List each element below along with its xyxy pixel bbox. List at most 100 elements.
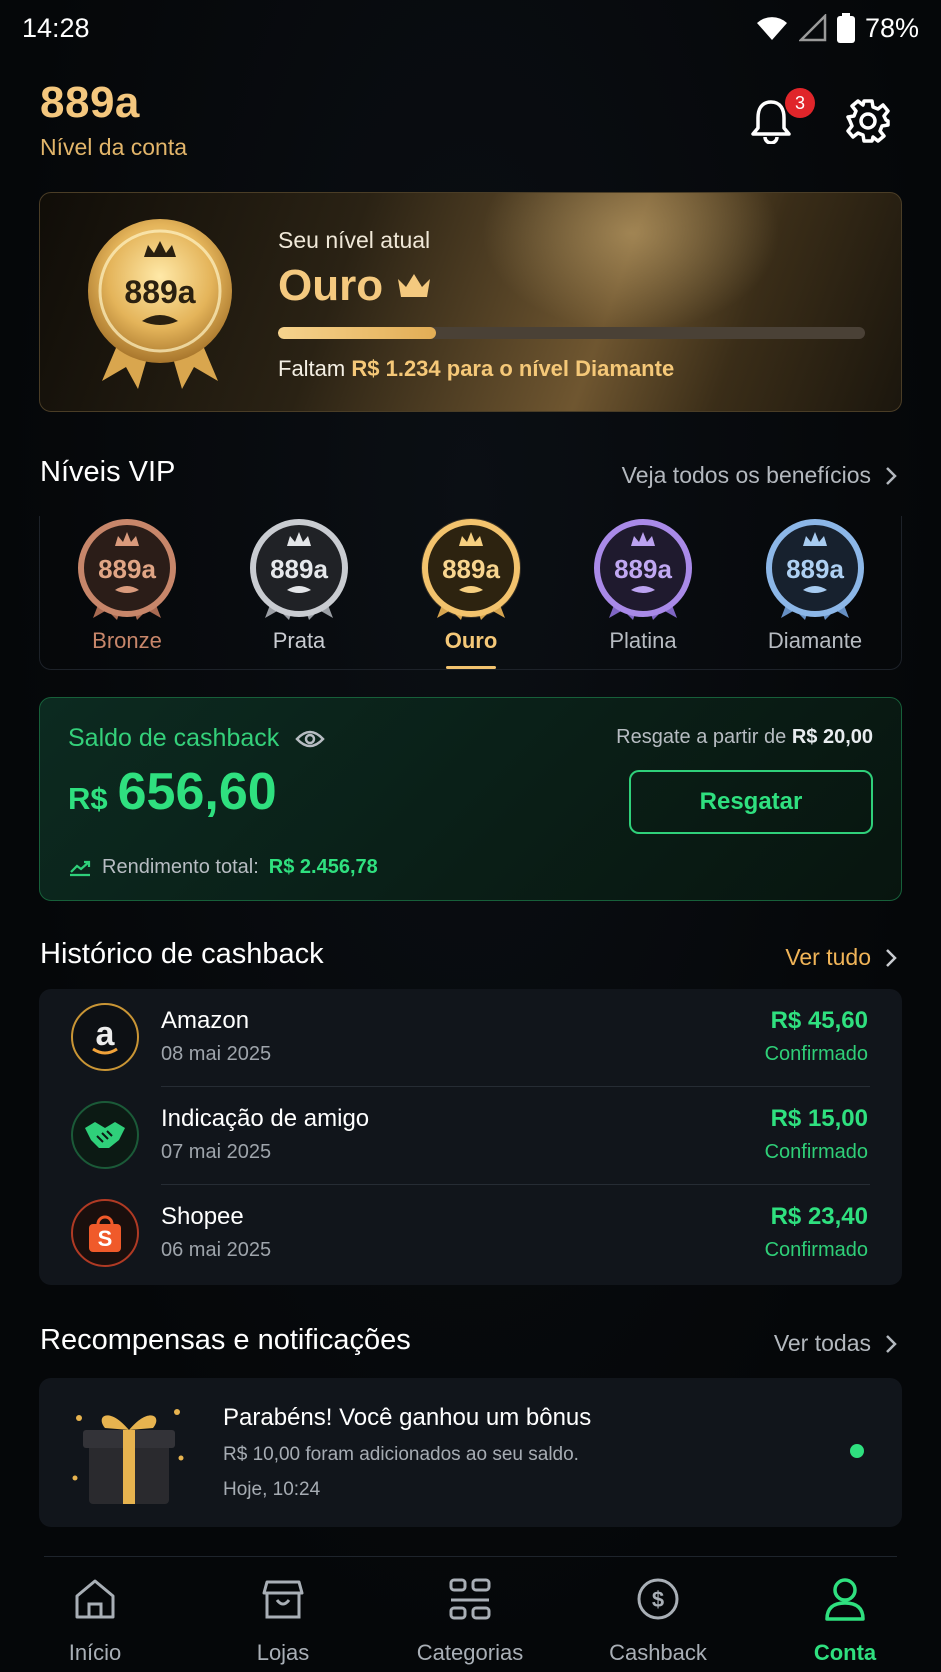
history-row-amazon[interactable]: a Amazon 08 mai 2025 R$ 45,60 Confirmado <box>39 989 902 1087</box>
vip-label-diamante: Diamante <box>767 628 863 653</box>
cashback-balance-label-row: Saldo de cashback <box>68 724 325 753</box>
history-date: 08 mai 2025 <box>161 1043 272 1065</box>
vip-level-ouro[interactable]: 889a Ouro <box>406 516 536 669</box>
history-name: Indicação de amigo <box>161 1105 370 1132</box>
categories-icon <box>449 1578 491 1620</box>
platinum-medal-icon: 889a <box>594 519 692 620</box>
history-amount: R$ 23,40 <box>770 1203 868 1230</box>
trend-up-icon <box>70 860 91 876</box>
reward-notification[interactable]: Parabéns! Você ganhou um bônus R$ 10,00 … <box>39 1378 902 1527</box>
cashback-balance-amount: R$ 656,60 <box>68 762 277 822</box>
amazon-icon: a <box>71 1003 139 1071</box>
settings-button[interactable] <box>845 98 893 146</box>
current-level-name: Ouro <box>278 261 384 310</box>
vip-levels-title: Níveis VIP <box>40 456 176 488</box>
vip-level-platina[interactable]: 889a Platina <box>578 516 708 666</box>
see-all-rewards-label: Ver todas <box>773 1330 871 1356</box>
chevron-right-icon <box>886 948 897 967</box>
vip-levels-list: 889a Bronze 889a Prata 889a Ouro 889a Pl… <box>39 516 902 670</box>
nav-label: Categorias <box>416 1640 524 1665</box>
see-all-history-label: Ver tudo <box>785 944 871 970</box>
vip-label-ouro: Ouro <box>444 628 498 653</box>
cashback-balance-card: Saldo de cashback R$ 656,60 Resgate a pa… <box>39 697 902 901</box>
nav-label: Conta <box>813 1640 877 1665</box>
vip-level-diamante[interactable]: 889a Diamante <box>750 516 880 666</box>
svg-text:$: $ <box>652 1587 664 1612</box>
minimum-redeem-text: Resgate a partir de R$ 20,00 <box>616 726 873 749</box>
history-name: Amazon <box>161 1007 250 1034</box>
hero-glow <box>481 193 781 333</box>
chevron-right-icon <box>886 1334 897 1353</box>
reward-description: R$ 10,00 foram adicionados ao seu saldo. <box>223 1444 579 1465</box>
reward-title: Parabéns! Você ganhou um bônus <box>223 1404 592 1431</box>
history-name: Shopee <box>161 1203 244 1230</box>
nav-item-conta[interactable]: Conta <box>751 1570 939 1670</box>
balance-currency: R$ <box>68 781 108 816</box>
brand-logo: 889a <box>40 78 140 127</box>
vip-level-prata[interactable]: 889a Prata <box>234 516 364 666</box>
status-bar: 14:28 78% <box>0 0 941 56</box>
see-all-benefits-label: Veja todos os benefícios <box>621 462 871 488</box>
minimum-redeem-prefix: Resgate a partir de <box>616 726 792 748</box>
nav-item-categorias[interactable]: Categorias <box>376 1570 564 1670</box>
level-progress-text: Faltam R$ 1.234 para o nível Diamante <box>278 356 674 382</box>
svg-text:S: S <box>98 1226 113 1251</box>
notification-badge: 3 <box>785 88 815 118</box>
see-all-benefits-link[interactable]: Veja todos os benefícios <box>622 462 897 489</box>
gold-medal-text: 889a <box>442 554 500 584</box>
minimum-redeem-value: R$ 20,00 <box>791 726 873 748</box>
chevron-right-icon <box>886 466 897 485</box>
current-level-title: Ouro <box>278 261 433 311</box>
history-date: 06 mai 2025 <box>161 1239 272 1261</box>
bronze-medal-text: 889a <box>98 554 156 584</box>
rewards-title: Recompensas e notificações <box>40 1324 411 1356</box>
nav-label: Lojas <box>256 1640 310 1665</box>
reward-time: Hoje, 10:24 <box>223 1479 321 1500</box>
nav-item-lojas[interactable]: Lojas <box>189 1570 377 1670</box>
balance-value: 656,60 <box>117 763 277 821</box>
hero-medal-text: 889a <box>124 274 195 310</box>
eye-icon[interactable] <box>295 729 325 749</box>
user-icon <box>825 1578 865 1621</box>
total-yield-value: R$ 2.456,78 <box>268 856 378 878</box>
screen: 14:28 78% 889a Nível da conta 3 889a Seu… <box>0 0 941 1672</box>
wifi-icon <box>756 17 787 40</box>
signal-icon <box>798 14 827 42</box>
nav-label: Início <box>68 1640 122 1665</box>
gold-medal-icon: 889a <box>88 219 232 389</box>
nav-divider <box>44 1556 897 1557</box>
nav-label: Cashback <box>609 1640 707 1665</box>
vip-level-bronze[interactable]: 889a Bronze <box>62 516 192 666</box>
level-progress-bar <box>278 327 865 339</box>
progress-text-highlight: R$ 1.234 para o nível Diamante <box>351 356 675 381</box>
cashback-balance-label: Saldo de cashback <box>68 724 280 752</box>
history-row-shopee[interactable]: S Shopee 06 mai 2025 R$ 23,40 Confirmado <box>39 1185 902 1283</box>
notifications-button[interactable]: 3 <box>749 88 815 150</box>
total-yield-prefix: Rendimento total: <box>102 856 259 878</box>
platinum-medal-text: 889a <box>614 554 672 584</box>
silver-medal-text: 889a <box>270 554 328 584</box>
vip-label-platina: Platina <box>609 628 677 653</box>
header: 889a Nível da conta 3 <box>40 78 901 168</box>
total-yield-row: Rendimento total: R$ 2.456,78 <box>68 856 378 879</box>
see-all-history-link[interactable]: Ver tudo <box>785 944 897 971</box>
battery-level: 78% <box>864 12 919 43</box>
see-all-rewards-link[interactable]: Ver todas <box>774 1330 897 1357</box>
diamond-medal-text: 889a <box>786 554 844 584</box>
handshake-icon <box>71 1101 139 1169</box>
history-status: Confirmado <box>764 1043 868 1065</box>
gear-icon <box>846 99 890 143</box>
history-date: 07 mai 2025 <box>161 1141 272 1163</box>
nav-item-inicio[interactable]: Início <box>1 1570 189 1670</box>
svg-text:a: a <box>96 1015 116 1053</box>
status-time: 14:28 <box>22 12 90 43</box>
vip-selected-indicator <box>446 666 496 669</box>
account-level-label: Nível da conta <box>40 134 188 160</box>
history-status: Confirmado <box>764 1239 868 1261</box>
store-icon <box>262 1580 304 1619</box>
redeem-button[interactable]: Resgatar <box>629 770 873 834</box>
history-amount: R$ 45,60 <box>770 1007 868 1034</box>
unread-dot <box>850 1444 864 1458</box>
nav-item-cashback[interactable]: $ Cashback <box>564 1570 752 1670</box>
history-row-referral[interactable]: Indicação de amigo 07 mai 2025 R$ 15,00 … <box>39 1087 902 1185</box>
